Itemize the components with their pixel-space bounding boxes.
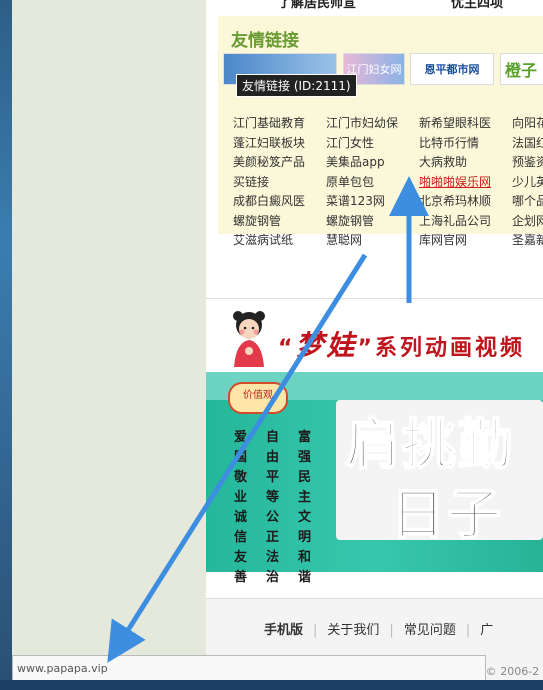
- friend-link[interactable]: 库网官网: [419, 232, 467, 248]
- friend-link[interactable]: 上海礼品公司: [419, 213, 491, 229]
- value-char: 平: [266, 470, 280, 485]
- banner-title-suffix: ”系列动画视频: [357, 336, 525, 361]
- footer-link-about[interactable]: 关于我们: [327, 623, 379, 638]
- value-char: 爱: [234, 430, 248, 445]
- value-char: 富: [298, 430, 312, 445]
- value-char: 主: [298, 490, 312, 505]
- values-badge: 价值观: [228, 382, 288, 414]
- friend-link[interactable]: 江门女性: [326, 135, 374, 151]
- logo-cheng[interactable]: 橙子: [500, 53, 543, 85]
- value-char: 自: [266, 430, 280, 445]
- links-row: 美颜秘笈产品 美集品app 大病救助 预鉴资: [233, 154, 543, 174]
- friend-link[interactable]: 艾滋病试纸: [233, 232, 293, 248]
- value-char: 信: [234, 530, 248, 545]
- friend-link[interactable]: 少儿英: [512, 174, 543, 190]
- friend-link[interactable]: 预鉴资: [512, 154, 543, 170]
- top-cut-row: 了解居民师宣 优主四项: [206, 0, 543, 11]
- footer-nav: 手机版 | 关于我们 | 常见问题 | 广: [264, 619, 503, 638]
- core-values-banner[interactable]: 价值观 爱 自 富 国 由 强 敬 平 民 业 等 主 诚 公 文 信 正 明 …: [206, 372, 543, 585]
- value-char: 法: [266, 550, 280, 565]
- value-char: 明: [298, 530, 312, 545]
- top-cut-right-text[interactable]: 优主四项: [451, 0, 503, 11]
- friend-link[interactable]: 圣嘉新: [512, 232, 543, 248]
- value-char: 文: [298, 510, 312, 525]
- links-row: 螺旋钢管 螺旋钢管 上海礼品公司 企划网: [233, 213, 543, 233]
- value-char: 诚: [234, 510, 248, 525]
- friend-link[interactable]: 成都白癜风医: [233, 193, 305, 209]
- value-char: 和: [298, 550, 312, 565]
- friend-link[interactable]: 大病救助: [419, 154, 467, 170]
- value-char: 民: [298, 470, 312, 485]
- value-char: 治: [266, 570, 280, 585]
- value-char: 国: [234, 450, 248, 465]
- slogan-line-2: 日子: [390, 482, 503, 547]
- links-row: 成都白癜风医 菜谱123网 北京希玛林顺 哪个品: [233, 193, 543, 213]
- links-row: 买链接 原单包包 啪啪啪娱乐网 少儿英: [233, 174, 543, 194]
- section-divider: [206, 298, 543, 299]
- browser-status-bar: www.papapa.vip: [12, 655, 486, 682]
- banner-header[interactable]: “梦娃”系列动画视频: [206, 302, 543, 372]
- core-values-text: 爱 自 富 国 由 强 敬 平 民 业 等 主 诚 公 文 信 正 明 友 法 …: [234, 430, 330, 586]
- slogan-line-1: 肩挑勤: [345, 412, 514, 477]
- friend-link[interactable]: 比特币行情: [419, 135, 479, 151]
- banner-title: “梦娃”系列动画视频: [278, 324, 525, 364]
- friend-link[interactable]: 哪个品: [512, 193, 543, 209]
- friend-link-hovered[interactable]: 啪啪啪娱乐网: [419, 174, 491, 190]
- friend-link[interactable]: 螺旋钢管: [233, 213, 281, 229]
- value-char: 友: [234, 550, 248, 565]
- friend-link[interactable]: 北京希玛林顺: [419, 193, 491, 209]
- friend-link[interactable]: 法国红: [512, 135, 543, 151]
- links-row: 江门基础教育 江门市妇幼保 新希望眼科医 向阳花: [233, 115, 543, 135]
- friend-link[interactable]: 江门市妇幼保: [326, 115, 398, 131]
- friend-link[interactable]: 原单包包: [326, 174, 374, 190]
- logo-enping[interactable]: 恩平都市网: [410, 53, 494, 85]
- friend-link[interactable]: 江门基础教育: [233, 115, 305, 131]
- banner-title-quote-open: “: [278, 336, 296, 361]
- friend-links-grid: 江门基础教育 江门市妇幼保 新希望眼科医 向阳花 蓬江妇联板块 江门女性 比特币…: [233, 115, 543, 252]
- friend-link[interactable]: 美集品app: [326, 154, 385, 170]
- page-left-margin: [12, 0, 206, 690]
- footer-separator: |: [313, 623, 318, 638]
- window-bottom-edge: [0, 680, 543, 690]
- top-cut-left-text[interactable]: 了解居民师宣: [278, 0, 356, 11]
- banner-title-dream: 梦娃: [295, 329, 358, 362]
- value-char: 公: [266, 510, 280, 525]
- value-char: 业: [234, 490, 248, 505]
- friend-link[interactable]: 新希望眼科医: [419, 115, 491, 131]
- footer-separator: |: [389, 623, 394, 638]
- friend-link[interactable]: 企划网: [512, 213, 543, 229]
- browser-window-frame: [0, 0, 12, 690]
- friend-link[interactable]: 买链接: [233, 174, 269, 190]
- value-char: 善: [234, 570, 248, 585]
- value-char: 等: [266, 490, 280, 505]
- friend-link[interactable]: 美颜秘笈产品: [233, 154, 305, 170]
- footer-link-more[interactable]: 广: [480, 623, 493, 638]
- link-tooltip: 友情链接 (ID:2111): [236, 74, 357, 97]
- dream-girl-illustration: [233, 311, 265, 367]
- value-char: 谐: [298, 570, 312, 585]
- footer-separator: |: [465, 623, 471, 638]
- friend-links-title: 友情链接: [231, 31, 299, 51]
- links-row: 艾滋病试纸 慧聪网 库网官网 圣嘉新: [233, 232, 543, 252]
- friend-link[interactable]: 向阳花: [512, 115, 543, 131]
- friend-link[interactable]: 菜谱123网: [326, 193, 385, 209]
- friend-link[interactable]: 慧聪网: [326, 232, 362, 248]
- copyright-text: t © 2006-2: [478, 665, 540, 678]
- footer-link-faq[interactable]: 常见问题: [404, 623, 456, 638]
- friend-link[interactable]: 蓬江妇联板块: [233, 135, 305, 151]
- value-char: 由: [266, 450, 280, 465]
- links-row: 蓬江妇联板块 江门女性 比特币行情 法国红: [233, 135, 543, 155]
- value-char: 正: [266, 530, 280, 545]
- value-char: 敬: [234, 470, 248, 485]
- friend-links-section: 友情链接 江门妇女网 恩平都市网 橙子 友情链接 (ID:2111) 江门基础教…: [218, 16, 543, 247]
- friend-link[interactable]: 螺旋钢管: [326, 213, 374, 229]
- value-char: 强: [298, 450, 312, 465]
- footer-link-mobile[interactable]: 手机版: [264, 623, 303, 638]
- web-page: 了解居民师宣 优主四项 友情链接 江门妇女网 恩平都市网 橙子 友情链接 (ID…: [206, 0, 543, 690]
